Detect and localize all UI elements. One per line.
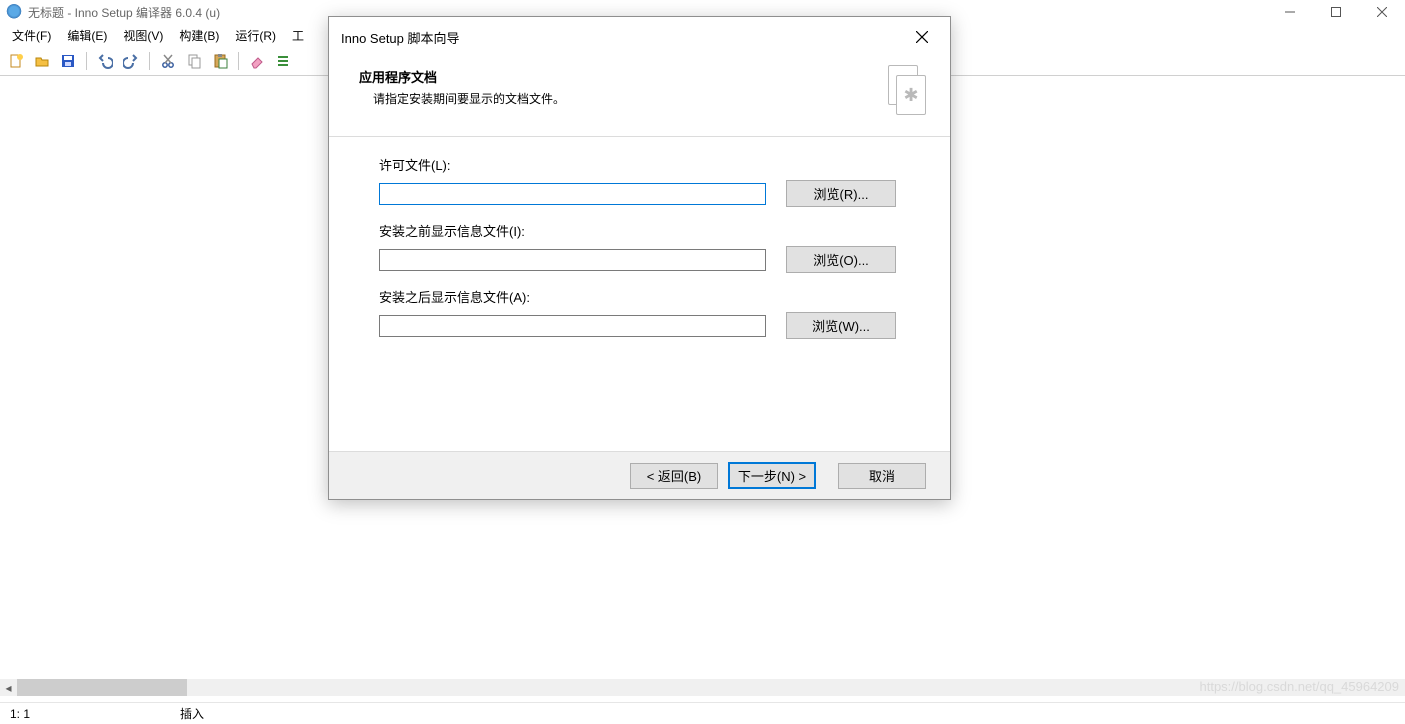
statusbar: 1: 1 插入 [0, 702, 1405, 724]
dialog-close-button[interactable] [906, 23, 938, 51]
eraser-icon[interactable] [245, 49, 269, 73]
toolbar-separator [149, 52, 150, 70]
minimize-button[interactable] [1267, 0, 1313, 24]
browse-infoafter-button[interactable]: 浏览(W)... [786, 312, 896, 339]
window-controls [1267, 0, 1405, 24]
status-insert-mode: 插入 [170, 705, 214, 722]
dialog-titlebar: Inno Setup 脚本向导 [329, 17, 950, 57]
browse-infobefore-button[interactable]: 浏览(O)... [786, 246, 896, 273]
scroll-left-arrow-icon[interactable]: ◂ [0, 679, 17, 696]
back-button[interactable]: < 返回(B) [630, 463, 718, 489]
dialog-subheading: 请指定安装期间要显示的文档文件。 [351, 90, 888, 107]
menu-file[interactable]: 文件(F) [4, 25, 59, 46]
redo-icon[interactable] [119, 49, 143, 73]
infobefore-label: 安装之前显示信息文件(I): [379, 221, 900, 240]
undo-icon[interactable] [93, 49, 117, 73]
maximize-button[interactable] [1313, 0, 1359, 24]
menu-run[interactable]: 运行(R) [227, 25, 284, 46]
open-folder-icon[interactable] [30, 49, 54, 73]
dialog-body: 许可文件(L): 浏览(R)... 安装之前显示信息文件(I): 浏览(O)..… [329, 137, 950, 451]
watermark-text: https://blog.csdn.net/qq_45964209 [1200, 679, 1400, 694]
menu-view[interactable]: 视图(V) [115, 25, 171, 46]
app-icon [6, 4, 22, 20]
window-title: 无标题 - Inno Setup 编译器 6.0.4 (u) [28, 4, 220, 21]
license-file-label: 许可文件(L): [379, 155, 900, 174]
infobefore-input[interactable] [379, 249, 766, 271]
save-icon[interactable] [56, 49, 80, 73]
dialog-title: Inno Setup 脚本向导 [341, 28, 460, 47]
menu-build[interactable]: 构建(B) [171, 25, 227, 46]
close-button[interactable] [1359, 0, 1405, 24]
wizard-dialog: Inno Setup 脚本向导 应用程序文档 请指定安装期间要显示的文档文件。 … [328, 16, 951, 500]
toolbar-separator [86, 52, 87, 70]
cut-icon[interactable] [156, 49, 180, 73]
license-file-input[interactable] [379, 183, 766, 205]
menu-edit[interactable]: 编辑(E) [59, 25, 115, 46]
menu-tools-partial[interactable]: 工 [284, 25, 312, 46]
new-file-icon[interactable] [4, 49, 28, 73]
copy-icon[interactable] [182, 49, 206, 73]
status-cursor-position: 1: 1 [0, 707, 40, 721]
next-button[interactable]: 下一步(N) > [728, 462, 816, 489]
paste-icon[interactable] [208, 49, 232, 73]
cancel-button[interactable]: 取消 [838, 463, 926, 489]
infoafter-input[interactable] [379, 315, 766, 337]
toolbar-separator [238, 52, 239, 70]
dialog-heading: 应用程序文档 [351, 67, 888, 86]
dialog-footer: < 返回(B) 下一步(N) > 取消 [329, 451, 950, 499]
infoafter-label: 安装之后显示信息文件(A): [379, 287, 900, 306]
horizontal-scrollbar[interactable]: ◂ [0, 679, 1405, 696]
list-icon[interactable] [271, 49, 295, 73]
dialog-header: 应用程序文档 请指定安装期间要显示的文档文件。 ✱ [329, 57, 950, 137]
scrollbar-thumb[interactable] [17, 679, 187, 696]
documents-icon: ✱ [888, 65, 928, 119]
browse-license-button[interactable]: 浏览(R)... [786, 180, 896, 207]
